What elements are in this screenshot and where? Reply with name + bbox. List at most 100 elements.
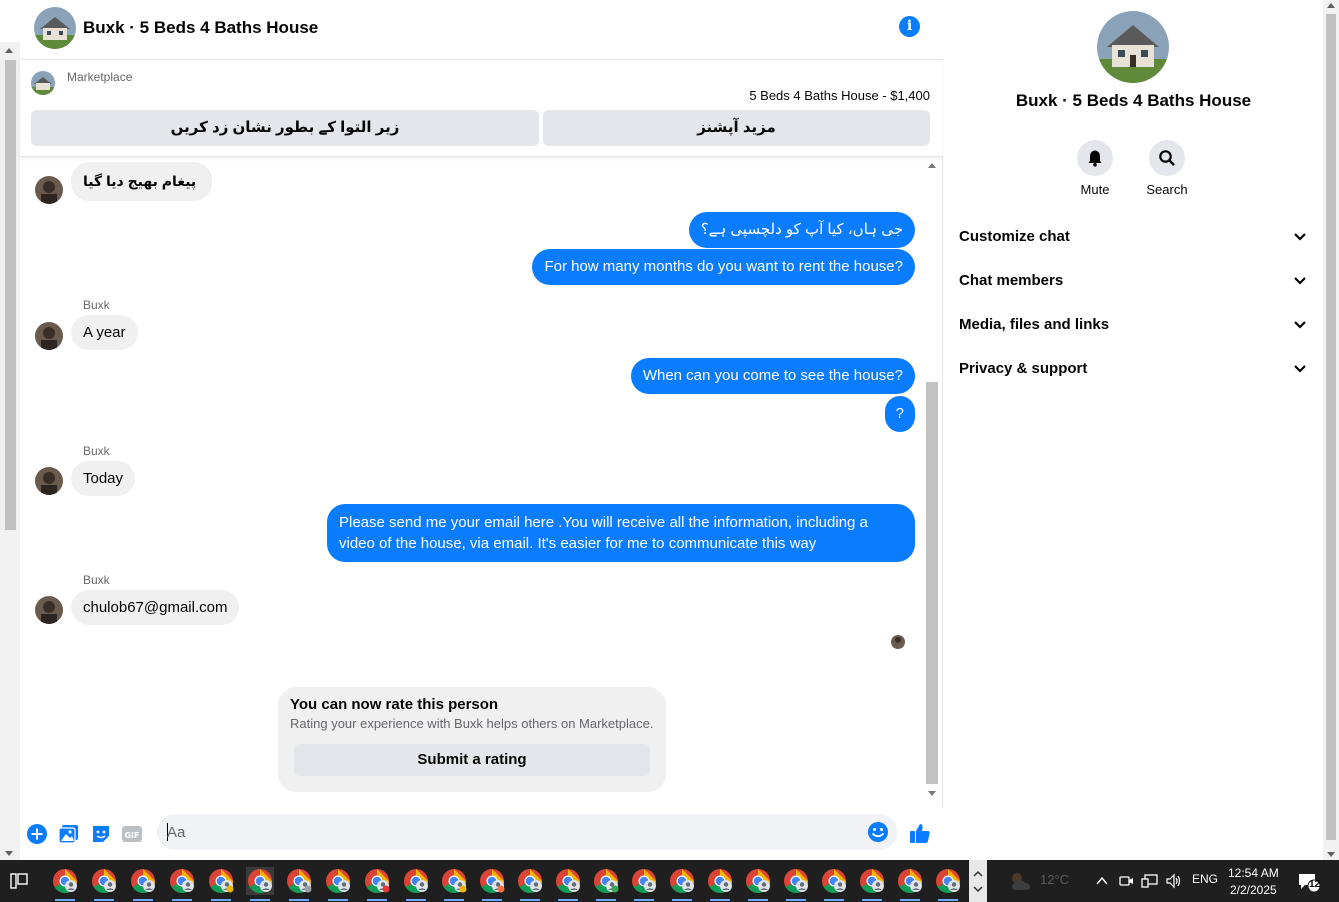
mark-pending-button[interactable]: زیر التوا کے بطور نشان زد کریں — [31, 110, 539, 146]
scrollbar-thumb[interactable] — [5, 60, 16, 530]
chrome-browser-icon[interactable] — [592, 867, 620, 901]
chrome-browser-icon[interactable] — [363, 867, 391, 901]
chrome-browser-icon[interactable] — [402, 867, 430, 901]
screen: Buxk · 5 Beds 4 Baths House i Marketplac… — [0, 0, 1339, 902]
chrome-browser-icon[interactable] — [820, 867, 848, 901]
scroll-down-arrow-icon[interactable] — [928, 791, 936, 796]
volume-icon[interactable] — [1165, 873, 1183, 889]
message-bubble[interactable]: Please send me your email here .You will… — [327, 504, 915, 562]
running-indicator — [748, 899, 768, 901]
clock[interactable]: 12:54 AM 2/2/2025 — [1228, 865, 1279, 899]
chrome-browser-icon[interactable] — [630, 867, 658, 901]
notification-center-icon[interactable]: 12 — [1297, 872, 1321, 893]
sender-avatar[interactable] — [35, 176, 63, 204]
network-icon[interactable] — [1141, 873, 1159, 889]
scroll-up-arrow-icon[interactable] — [1327, 3, 1335, 8]
submit-rating-button[interactable]: Submit a rating — [294, 744, 650, 776]
marketplace-bar: Marketplace 5 Beds 4 Baths House - $1,40… — [20, 61, 943, 157]
listing-thumbnail[interactable] — [31, 71, 55, 95]
chrome-browser-icon[interactable] — [207, 867, 235, 901]
task-view-icon[interactable] — [10, 873, 28, 889]
message-bubble[interactable]: When can you come to see the house? — [630, 358, 915, 394]
sticker-icon[interactable] — [90, 823, 112, 845]
scroll-up-arrow-icon[interactable] — [928, 163, 936, 168]
meet-now-icon[interactable] — [1118, 873, 1134, 889]
bell-icon[interactable] — [1077, 140, 1113, 176]
section-label: Privacy & support — [959, 360, 1088, 377]
composer: GIF Aa — [20, 808, 943, 860]
mute-action[interactable]: Mute — [1065, 140, 1125, 197]
listing-avatar-large[interactable] — [1097, 11, 1169, 83]
message-input[interactable]: Aa — [157, 814, 897, 850]
more-options-button[interactable]: مزید آپشنز — [543, 110, 930, 146]
message-bubble[interactable]: A year — [71, 315, 138, 350]
search-label: Search — [1146, 182, 1188, 197]
running-indicator — [406, 899, 426, 901]
scrollbar-thumb[interactable] — [1326, 14, 1336, 840]
chrome-browser-icon[interactable] — [706, 867, 734, 901]
chat-header: Buxk · 5 Beds 4 Baths House i — [20, 0, 943, 60]
sender-avatar[interactable] — [35, 596, 63, 624]
chrome-browser-icon[interactable] — [782, 867, 810, 901]
message-bubble[interactable]: chulob67@gmail.com — [71, 590, 240, 625]
marketplace-label: Marketplace — [67, 70, 133, 84]
message-bubble[interactable]: For how many months do you want to rent … — [532, 249, 915, 285]
language-indicator[interactable]: ENG — [1192, 872, 1218, 886]
sender-avatar[interactable] — [35, 322, 63, 350]
chrome-browser-icon[interactable] — [129, 867, 157, 901]
chrome-browser-icon[interactable] — [246, 867, 274, 901]
chevron-down-icon — [1294, 321, 1306, 329]
message-bubble[interactable]: جی ہاں، کیا آپ کو دلچسپی ہے؟ — [688, 212, 915, 248]
section-chat-members[interactable]: Chat members — [959, 272, 1309, 296]
chrome-browser-icon[interactable] — [478, 867, 506, 901]
chrome-browser-icon[interactable] — [440, 867, 468, 901]
chrome-browser-icon[interactable] — [744, 867, 772, 901]
plus-circle-icon[interactable] — [26, 823, 48, 845]
chrome-browser-icon[interactable] — [554, 867, 582, 901]
search-action[interactable]: Search — [1137, 140, 1197, 197]
message-bubble[interactable]: Today — [71, 461, 136, 496]
section-label: Media, files and links — [959, 316, 1110, 333]
page-scrollbar[interactable] — [0, 42, 20, 860]
notification-count: 12 — [1309, 879, 1321, 890]
search-icon[interactable] — [1149, 140, 1185, 176]
chrome-browser-icon[interactable] — [934, 867, 962, 901]
messages-scrollbar[interactable] — [925, 158, 939, 800]
chrome-browser-icon[interactable] — [285, 867, 313, 901]
chrome-browser-icon[interactable] — [51, 867, 79, 901]
scrollbar-thumb[interactable] — [926, 382, 938, 784]
section-privacy-support[interactable]: Privacy & support — [959, 360, 1309, 384]
gif-icon[interactable]: GIF — [121, 823, 143, 845]
emoji-icon[interactable] — [867, 821, 889, 843]
running-indicator — [520, 899, 540, 901]
side-scrollbar[interactable] — [1323, 0, 1339, 860]
listing-avatar[interactable] — [34, 7, 76, 49]
scroll-down-arrow-icon[interactable] — [1327, 852, 1335, 857]
chrome-browser-icon[interactable] — [858, 867, 886, 901]
sender-avatar[interactable] — [35, 467, 63, 495]
photo-icon[interactable] — [58, 823, 80, 845]
weather-icon[interactable] — [1008, 870, 1034, 892]
chrome-browser-icon[interactable] — [668, 867, 696, 901]
like-thumbs-up-icon[interactable] — [908, 821, 932, 845]
chrome-browser-icon[interactable] — [896, 867, 924, 901]
section-customize-chat[interactable]: Customize chat — [959, 228, 1309, 252]
running-indicator — [824, 899, 844, 901]
section-media-files-links[interactable]: Media, files and links — [959, 316, 1309, 340]
message-bubble[interactable]: ? — [884, 396, 915, 432]
chrome-browser-icon[interactable] — [516, 867, 544, 901]
scroll-down-arrow-icon[interactable] — [5, 851, 13, 856]
running-indicator — [862, 899, 882, 901]
temperature[interactable]: 12°C — [1040, 872, 1069, 887]
taskbar-scroll-control[interactable] — [969, 860, 987, 902]
scroll-up-arrow-icon[interactable] — [5, 48, 13, 53]
info-icon[interactable]: i — [899, 16, 920, 37]
running-indicator — [250, 899, 270, 901]
chevron-up-icon[interactable] — [1095, 875, 1109, 887]
message-bubble[interactable]: پیغام بھیج دیا گیا — [71, 162, 213, 201]
chrome-browser-icon[interactable] — [324, 867, 352, 901]
listing-price[interactable]: 5 Beds 4 Baths House - $1,400 — [749, 88, 930, 103]
chrome-browser-icon[interactable] — [90, 867, 118, 901]
chrome-browser-icon[interactable] — [168, 867, 196, 901]
chat-title[interactable]: Buxk · 5 Beds 4 Baths House — [83, 18, 318, 38]
